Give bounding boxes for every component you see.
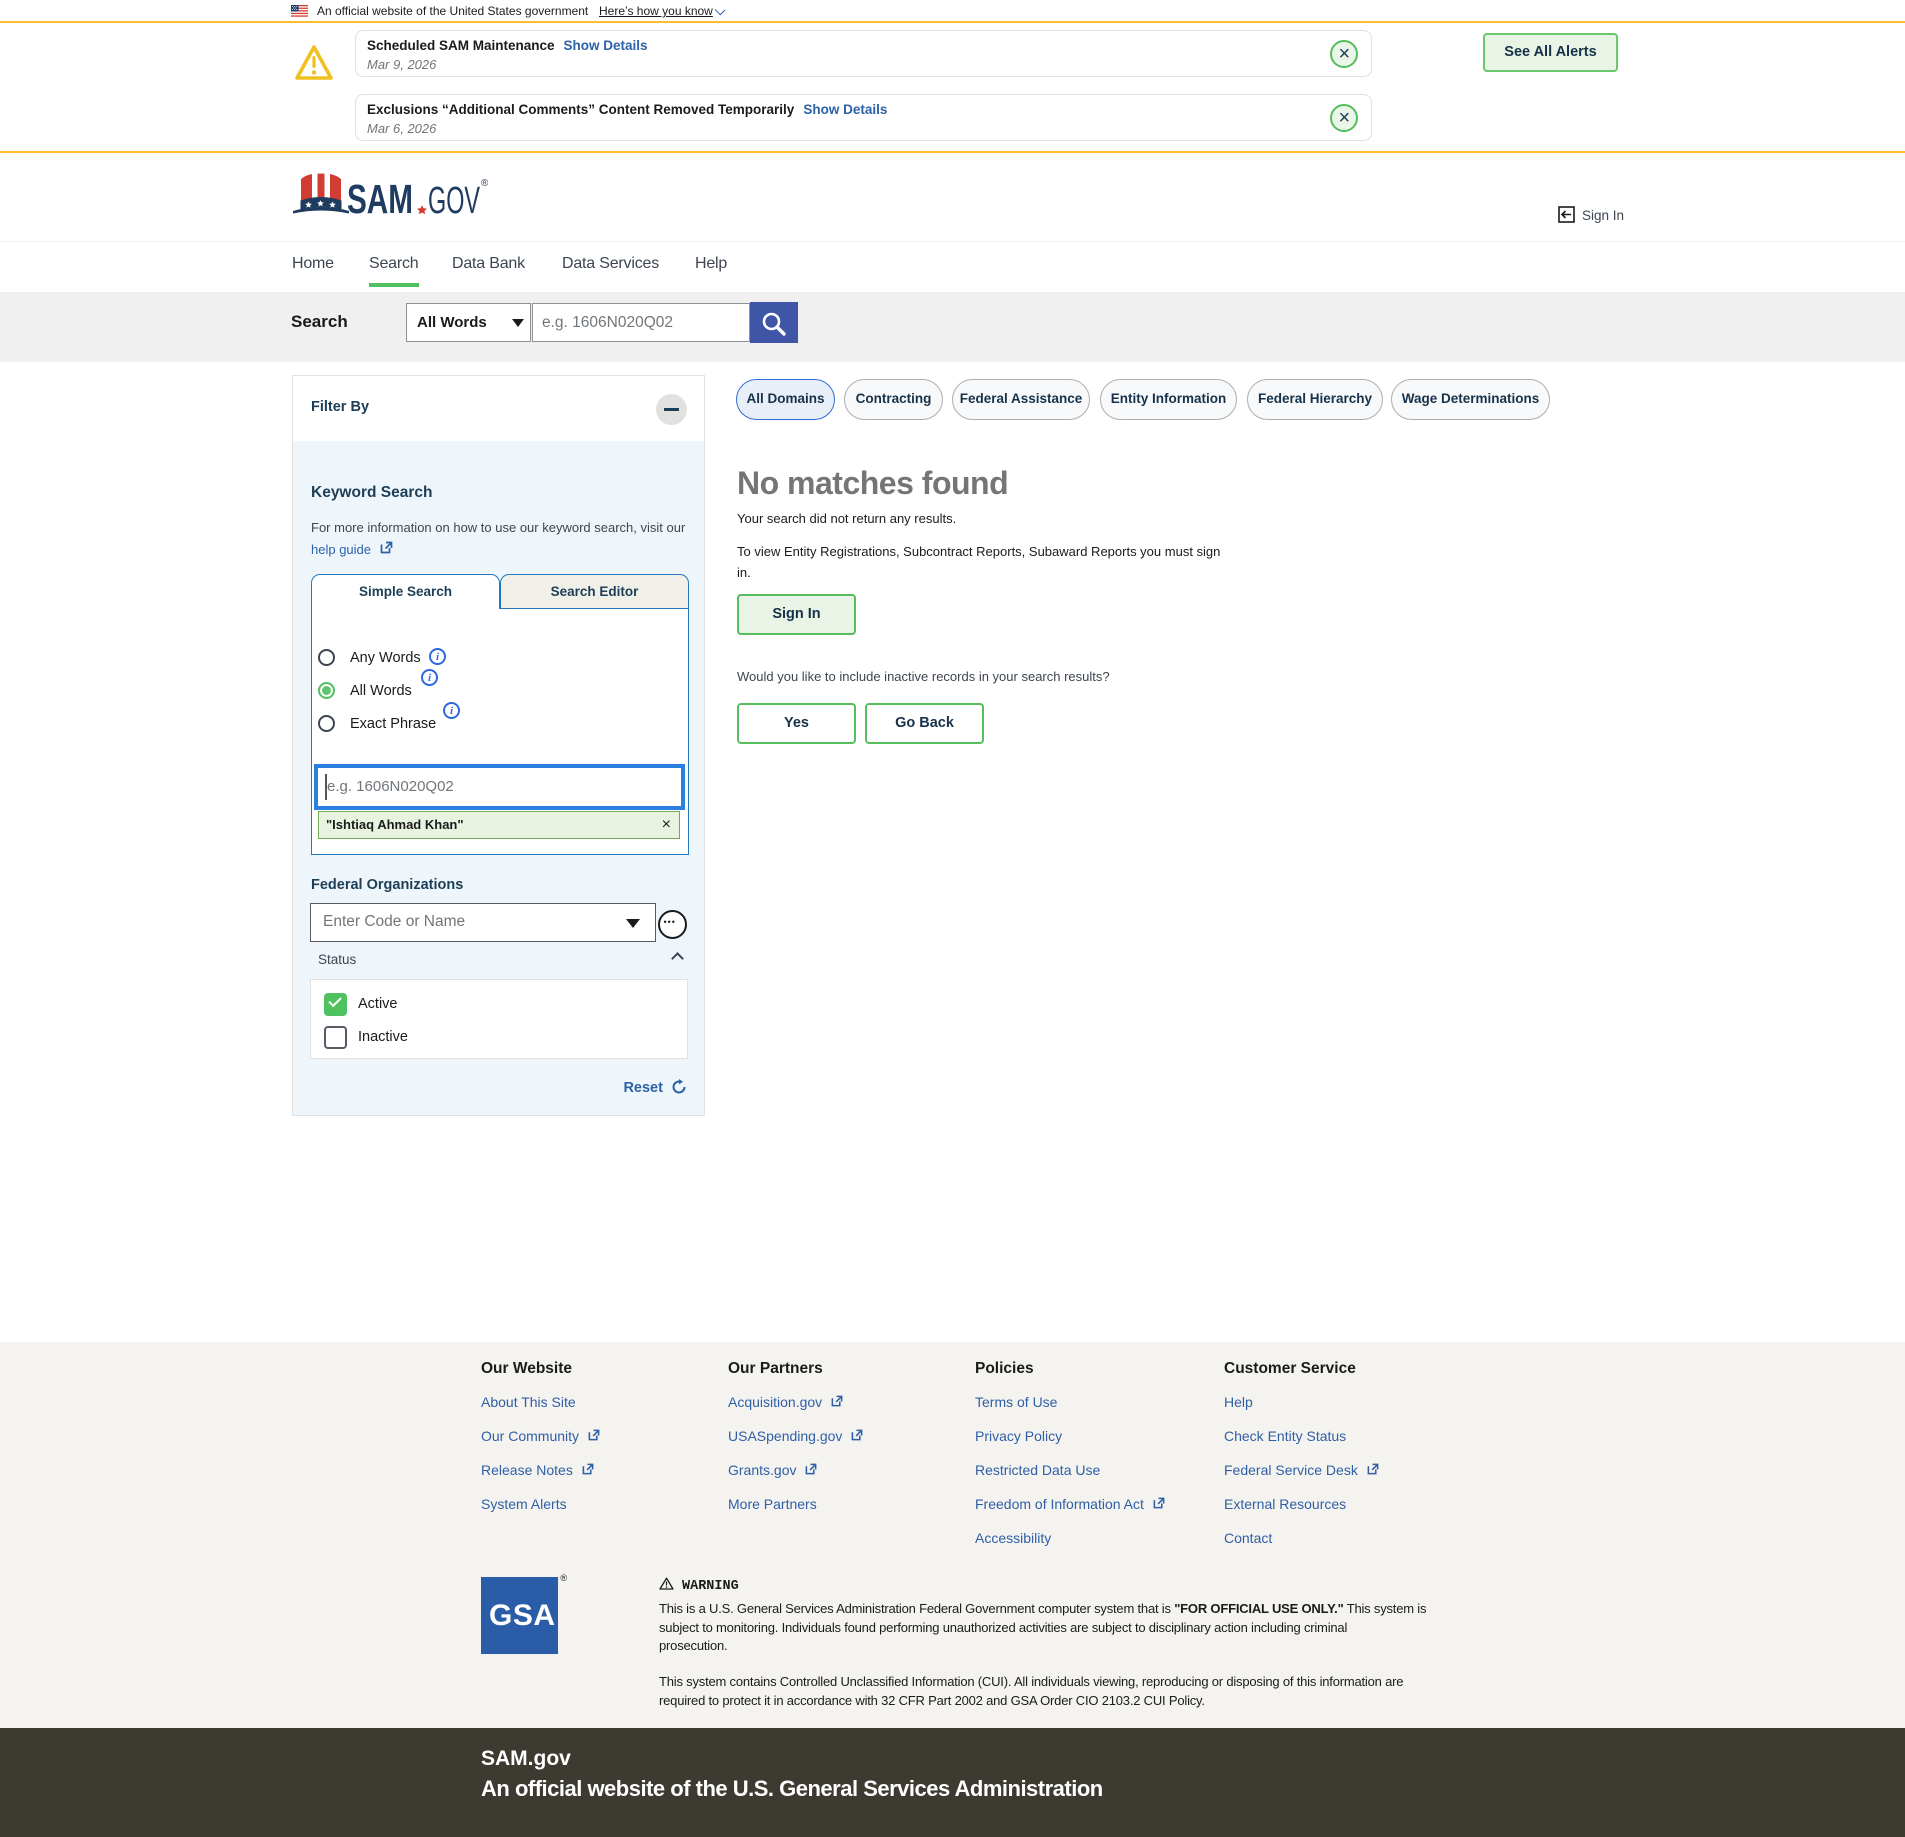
svg-text:®: ® bbox=[481, 178, 488, 189]
svg-text:SAM: SAM bbox=[347, 176, 413, 219]
svg-text:GOV: GOV bbox=[428, 180, 480, 219]
